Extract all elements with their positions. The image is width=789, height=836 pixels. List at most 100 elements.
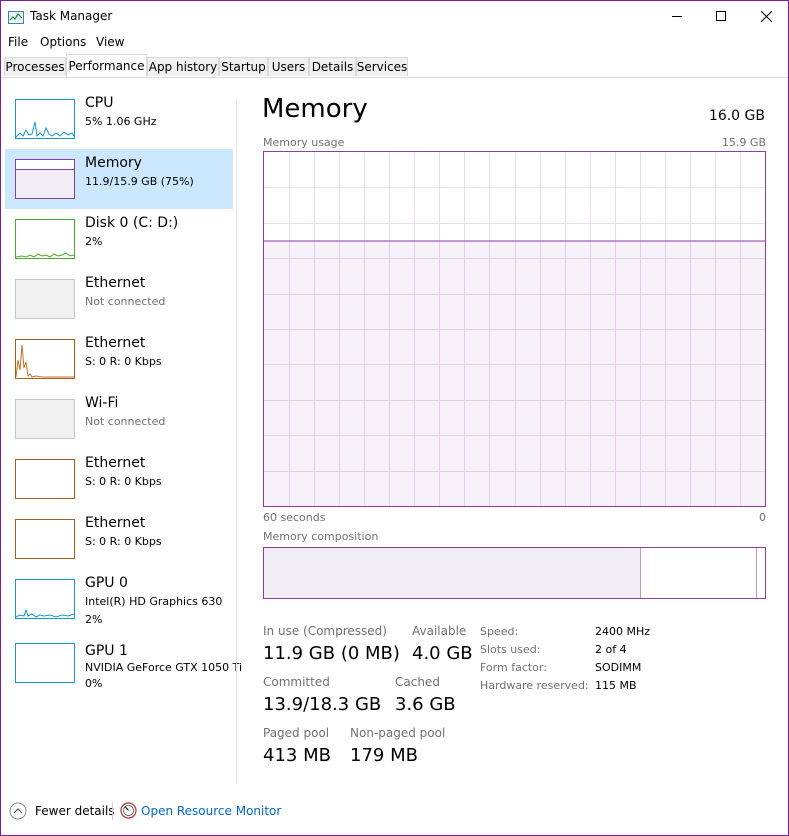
sidebar-item-name: Ethernet <box>85 335 146 351</box>
composition-in-use-segment <box>264 548 641 598</box>
ethernet-thumbnail-graph <box>15 459 75 499</box>
sidebar-item-name: GPU 0 <box>85 575 128 591</box>
sidebar-item-memory[interactable]: Memory 11.9/15.9 GB (75%) <box>5 149 233 209</box>
slots-used-value: 2 of 4 <box>595 643 627 656</box>
tab-processes[interactable]: Processes <box>4 57 66 76</box>
hardware-reserved-value: 115 MB <box>595 679 637 692</box>
slots-used-label: Slots used: <box>480 643 541 656</box>
sidebar-item-ethernet-4[interactable]: Ethernet S: 0 R: 0 Kbps <box>5 509 233 569</box>
memory-usage-graph <box>263 151 766 507</box>
fewer-details-button[interactable] <box>9 802 27 820</box>
memory-composition-bar <box>263 547 766 599</box>
task-manager-icon <box>8 9 24 24</box>
composition-modified-segment <box>641 548 757 598</box>
hardware-reserved-label: Hardware reserved: <box>480 679 589 692</box>
menu-view[interactable]: View <box>96 35 124 49</box>
open-resource-monitor-link[interactable]: Open Resource Monitor <box>141 804 281 818</box>
sidebar-item-name: Memory <box>85 155 142 171</box>
gpu-thumbnail-graph <box>15 643 75 683</box>
tab-app-history[interactable]: App history <box>147 57 219 76</box>
sidebar-item-detail: 11.9/15.9 GB (75%) <box>85 175 194 188</box>
sidebar-item-detail: S: 0 R: 0 Kbps <box>85 535 162 548</box>
footer-bar: Fewer details Open Resource Monitor <box>1 796 788 826</box>
wifi-thumbnail-graph <box>15 399 75 439</box>
in-use-label: In use (Compressed) <box>263 624 387 638</box>
ethernet-thumbnail-graph <box>15 279 75 319</box>
nonpaged-pool-label: Non-paged pool <box>350 726 446 740</box>
gpu-thumbnail-graph <box>15 579 75 619</box>
sidebar-divider <box>236 99 237 784</box>
menu-options[interactable]: Options <box>40 35 86 49</box>
ethernet-thumbnail-graph <box>15 339 75 379</box>
tab-services[interactable]: Services <box>356 57 408 76</box>
fewer-details-label[interactable]: Fewer details <box>35 804 115 818</box>
sidebar-item-ethernet-3[interactable]: Ethernet S: 0 R: 0 Kbps <box>5 449 233 509</box>
sidebar-item-name: Ethernet <box>85 275 146 291</box>
sidebar-item-name: Wi-Fi <box>85 395 119 411</box>
sidebar-item-detail: 5% 1.06 GHz <box>85 115 157 128</box>
sidebar-item-detail: S: 0 R: 0 Kbps <box>85 355 162 368</box>
sidebar-item-gpu-1[interactable]: GPU 1 NVIDIA GeForce GTX 1050 Ti 0% <box>5 635 242 695</box>
tab-startup[interactable]: Startup <box>219 57 268 76</box>
minimize-button[interactable] <box>654 1 700 31</box>
memory-thumbnail-graph <box>15 159 75 199</box>
committed-value: 13.9/18.3 GB <box>263 694 382 715</box>
speed-label: Speed: <box>480 625 519 638</box>
graph-time-end: 0 <box>759 511 766 524</box>
menu-file[interactable]: File <box>8 35 28 49</box>
usage-area <box>264 240 765 506</box>
sidebar-item-detail: Not connected <box>85 415 166 428</box>
cached-label: Cached <box>395 675 440 689</box>
window-title: Task Manager <box>30 9 113 23</box>
minimize-icon <box>672 16 682 17</box>
panel-title: Memory <box>262 94 368 124</box>
speed-value: 2400 MHz <box>595 625 651 638</box>
cpu-thumbnail-graph <box>15 99 75 139</box>
sidebar-item-detail: Not connected <box>85 295 166 308</box>
cached-value: 3.6 GB <box>395 694 456 715</box>
menu-bar: File Options View <box>1 31 788 53</box>
sidebar-item-name: Ethernet <box>85 515 146 531</box>
tab-details[interactable]: Details <box>309 57 356 76</box>
sidebar-item-cpu[interactable]: CPU 5% 1.06 GHz <box>5 89 233 149</box>
paged-pool-value: 413 MB <box>263 745 331 766</box>
committed-label: Committed <box>263 675 330 689</box>
tab-strip: Processes Performance App history Startu… <box>1 54 788 78</box>
resource-monitor-icon[interactable] <box>120 802 137 819</box>
memory-usage-max: 15.9 GB <box>721 136 766 149</box>
sidebar-item-name: Disk 0 (C: D:) <box>85 215 179 231</box>
form-factor-label: Form factor: <box>480 661 547 674</box>
sidebar-item-detail: NVIDIA GeForce GTX 1050 Ti <box>85 661 243 674</box>
sidebar-item-wifi[interactable]: Wi-Fi Not connected <box>5 389 233 449</box>
sidebar-item-gpu-0[interactable]: GPU 0 Intel(R) HD Graphics 630 2% <box>5 569 233 629</box>
sidebar-item-name: Ethernet <box>85 455 146 471</box>
disk-thumbnail-graph <box>15 219 75 259</box>
tab-users[interactable]: Users <box>268 57 309 76</box>
footer-divider <box>112 802 113 820</box>
close-button[interactable] <box>743 1 789 31</box>
memory-composition-label: Memory composition <box>263 530 379 543</box>
sidebar-item-ethernet-2[interactable]: Ethernet S: 0 R: 0 Kbps <box>5 329 233 389</box>
sidebar-item-detail: Intel(R) HD Graphics 630 <box>85 595 223 608</box>
sidebar-item-detail: 2% <box>85 235 103 248</box>
maximize-icon <box>716 11 726 21</box>
sidebar-item-disk-0[interactable]: Disk 0 (C: D:) 2% <box>5 209 233 269</box>
graph-time-start: 60 seconds <box>263 511 326 524</box>
total-memory: 16.0 GB <box>708 108 765 124</box>
chevron-up-icon <box>9 802 27 820</box>
memory-usage-label: Memory usage <box>263 136 345 149</box>
sidebar-item-name: CPU <box>85 95 114 111</box>
ethernet-thumbnail-graph <box>15 519 75 559</box>
sidebar-item-detail-2: 0% <box>85 677 103 690</box>
in-use-value: 11.9 GB (0 MB) <box>263 643 400 664</box>
sidebar-item-name: GPU 1 <box>85 643 128 659</box>
tab-performance[interactable]: Performance <box>66 54 147 77</box>
available-label: Available <box>412 624 467 638</box>
close-icon <box>760 10 772 22</box>
sidebar-item-detail-2: 2% <box>85 613 103 626</box>
maximize-button[interactable] <box>698 1 744 31</box>
paged-pool-label: Paged pool <box>263 726 330 740</box>
sidebar-item-detail: S: 0 R: 0 Kbps <box>85 475 162 488</box>
title-bar: Task Manager <box>1 1 788 31</box>
sidebar-item-ethernet-1[interactable]: Ethernet Not connected <box>5 269 233 329</box>
